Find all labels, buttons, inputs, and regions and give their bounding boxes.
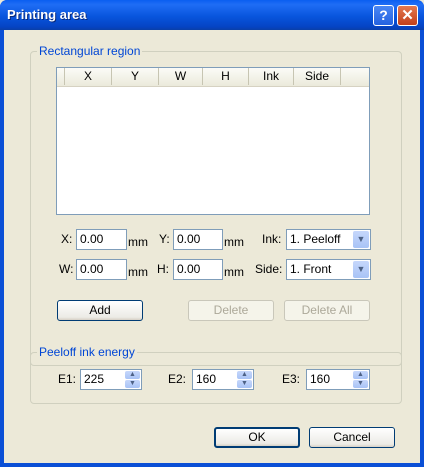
x-input[interactable]: 0.00 bbox=[76, 229, 127, 250]
w-unit: mm bbox=[128, 265, 148, 279]
h-label: H: bbox=[157, 262, 169, 276]
help-button[interactable]: ? bbox=[373, 5, 394, 26]
h-unit: mm bbox=[224, 265, 244, 279]
e1-value: 225 bbox=[84, 372, 105, 386]
side-select-value: 1. Front bbox=[290, 262, 332, 276]
e1-spinbox[interactable]: 225 ▲ ▼ bbox=[80, 369, 142, 390]
column-header-ink[interactable]: Ink bbox=[249, 68, 294, 85]
add-button[interactable]: Add bbox=[57, 300, 143, 321]
spin-down-icon[interactable]: ▼ bbox=[237, 380, 252, 388]
e3-value: 160 bbox=[310, 372, 331, 386]
dialog-window: Printing area ? ✕ Rectangular region X Y… bbox=[0, 0, 424, 467]
column-header-side[interactable]: Side bbox=[294, 68, 341, 85]
column-header-h[interactable]: H bbox=[203, 68, 249, 85]
x-label: X: bbox=[61, 232, 73, 246]
delete-all-button[interactable]: Delete All bbox=[284, 300, 370, 321]
w-label: W: bbox=[59, 262, 74, 276]
region-list[interactable]: X Y W H Ink Side bbox=[56, 67, 370, 215]
rectangular-region-label: Rectangular region bbox=[37, 44, 143, 58]
e2-label: E2: bbox=[168, 372, 187, 386]
spin-down-icon[interactable]: ▼ bbox=[125, 380, 140, 388]
title-bar: Printing area ? ✕ bbox=[0, 0, 424, 30]
w-input[interactable]: 0.00 bbox=[76, 259, 127, 280]
e1-label: E1: bbox=[58, 372, 77, 386]
x-unit: mm bbox=[128, 235, 148, 249]
e3-spinbox[interactable]: 160 ▲ ▼ bbox=[306, 369, 370, 390]
list-header: X Y W H Ink Side bbox=[57, 68, 369, 87]
ink-label: Ink: bbox=[262, 232, 282, 246]
column-header-y[interactable]: Y bbox=[112, 68, 159, 85]
close-icon: ✕ bbox=[401, 7, 414, 24]
peeloff-ink-energy-label: Peeloff ink energy bbox=[37, 345, 137, 359]
e3-spin-buttons[interactable]: ▲ ▼ bbox=[353, 371, 368, 388]
spin-up-icon[interactable]: ▲ bbox=[125, 371, 140, 379]
spin-up-icon[interactable]: ▲ bbox=[353, 371, 368, 379]
ink-select-value: 1. Peeloff bbox=[290, 232, 341, 246]
column-header-w[interactable]: W bbox=[159, 68, 203, 85]
delete-button[interactable]: Delete bbox=[188, 300, 274, 321]
e1-spin-buttons[interactable]: ▲ ▼ bbox=[125, 371, 140, 388]
side-label: Side: bbox=[255, 262, 283, 276]
column-header-spacer bbox=[57, 68, 65, 85]
ok-button[interactable]: OK bbox=[214, 427, 300, 448]
chevron-down-icon[interactable]: ▼ bbox=[353, 261, 369, 278]
side-select[interactable]: 1. Front ▼ bbox=[286, 259, 371, 280]
spin-up-icon[interactable]: ▲ bbox=[237, 371, 252, 379]
dialog-body: Rectangular region X Y W H Ink Side X: 0… bbox=[4, 30, 420, 463]
help-icon: ? bbox=[379, 7, 388, 23]
e2-value: 160 bbox=[196, 372, 217, 386]
spin-down-icon[interactable]: ▼ bbox=[353, 380, 368, 388]
column-header-x[interactable]: X bbox=[65, 68, 112, 85]
e2-spinbox[interactable]: 160 ▲ ▼ bbox=[192, 369, 254, 390]
cancel-button[interactable]: Cancel bbox=[309, 427, 395, 448]
window-title: Printing area bbox=[7, 7, 87, 22]
y-unit: mm bbox=[224, 235, 244, 249]
e3-label: E3: bbox=[282, 372, 301, 386]
close-button[interactable]: ✕ bbox=[397, 5, 418, 26]
y-input[interactable]: 0.00 bbox=[173, 229, 223, 250]
chevron-down-icon[interactable]: ▼ bbox=[353, 231, 369, 248]
e2-spin-buttons[interactable]: ▲ ▼ bbox=[237, 371, 252, 388]
h-input[interactable]: 0.00 bbox=[173, 259, 223, 280]
ink-select[interactable]: 1. Peeloff ▼ bbox=[286, 229, 371, 250]
y-label: Y: bbox=[159, 232, 170, 246]
